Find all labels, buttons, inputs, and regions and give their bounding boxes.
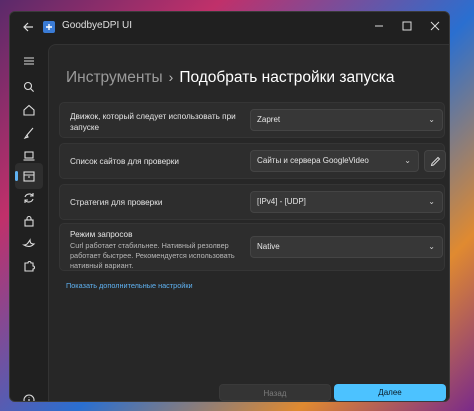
- back-button[interactable]: Назад: [219, 384, 331, 401]
- chevron-down-icon: ⌄: [428, 242, 435, 251]
- setting-label-engine: Движок, который следует использовать при…: [70, 112, 236, 132]
- show-advanced-settings-link[interactable]: Показать дополнительные настройки: [66, 281, 193, 290]
- setting-card-engine: Движок, который следует использовать при…: [59, 102, 445, 138]
- sidebar: [10, 44, 48, 401]
- request-mode-title: Режим запросов: [70, 230, 133, 239]
- breadcrumb-parent[interactable]: Инструменты: [66, 69, 163, 86]
- setting-card-sites: Список сайтов для проверки Сайты и серве…: [59, 143, 446, 179]
- setting-label-sites: Список сайтов для проверки: [70, 157, 179, 166]
- engine-select[interactable]: Zapret ⌄: [250, 109, 443, 131]
- engine-select-value: Zapret: [257, 115, 281, 124]
- breadcrumb: Инструменты › Подобрать настройки запуска: [66, 69, 395, 87]
- window-title: GoodbyeDPI UI: [62, 20, 133, 31]
- setting-label-strategy: Стратегия для проверки: [70, 198, 163, 207]
- main-content: Инструменты › Подобрать настройки запуска …: [48, 44, 449, 401]
- request-mode-select[interactable]: Native ⌄: [250, 236, 443, 258]
- breadcrumb-separator: ›: [168, 69, 174, 85]
- sites-select-value: Сайты и сервера GoogleVideo: [257, 156, 369, 165]
- info-icon[interactable]: [15, 387, 43, 401]
- back-arrow-icon[interactable]: [18, 18, 38, 38]
- hamburger-icon[interactable]: [15, 48, 43, 74]
- setting-label-request-mode: Режим запросов Curl работает стабильнее.…: [70, 229, 245, 271]
- setting-card-strategy: Стратегия для проверки [IPv4] - [UDP] ⌄: [59, 184, 445, 220]
- setting-card-request-mode: Режим запросов Curl работает стабильнее.…: [59, 223, 445, 271]
- pencil-icon: [430, 156, 440, 166]
- title-bar: GoodbyeDPI UI: [10, 12, 449, 44]
- request-mode-description: Curl работает стабильнее. Нативный резол…: [70, 241, 235, 270]
- app-window: GoodbyeDPI UI Инструменты › Подобрать на…: [9, 11, 450, 402]
- next-button[interactable]: Далее: [334, 384, 446, 401]
- close-icon[interactable]: [421, 16, 449, 38]
- puzzle-icon[interactable]: [15, 253, 43, 279]
- page-title: Подобрать настройки запуска: [179, 69, 395, 86]
- minimize-icon[interactable]: [365, 16, 393, 38]
- sites-select[interactable]: Сайты и сервера GoogleVideo ⌄: [250, 150, 419, 172]
- request-mode-select-value: Native: [257, 242, 280, 251]
- strategy-select-value: [IPv4] - [UDP]: [257, 197, 306, 206]
- chevron-down-icon: ⌄: [428, 115, 435, 124]
- maximize-icon[interactable]: [393, 16, 421, 38]
- chevron-down-icon: ⌄: [428, 197, 435, 206]
- chevron-down-icon: ⌄: [404, 156, 411, 165]
- strategy-select[interactable]: [IPv4] - [UDP] ⌄: [250, 191, 443, 213]
- edit-sites-button[interactable]: [424, 150, 446, 172]
- app-logo-icon: [43, 21, 55, 33]
